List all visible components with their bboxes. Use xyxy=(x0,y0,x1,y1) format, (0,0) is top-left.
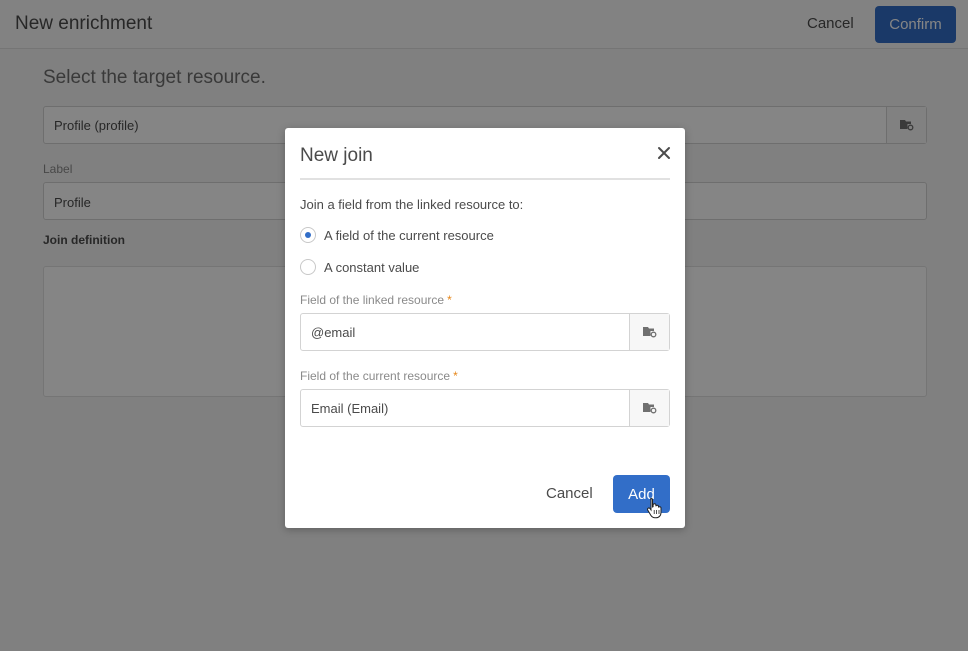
radio-constant-value[interactable]: A constant value xyxy=(300,258,419,276)
join-instruction: Join a field from the linked resource to… xyxy=(300,197,524,212)
linked-field-label: Field of the linked resource * xyxy=(300,293,452,307)
linked-field-input[interactable] xyxy=(301,314,629,350)
close-icon xyxy=(658,147,670,159)
radio-label: A field of the current resource xyxy=(324,227,494,243)
current-field-label-text: Field of the current resource xyxy=(300,369,451,383)
radio-button[interactable] xyxy=(300,259,316,275)
current-field-picker-button[interactable] xyxy=(629,390,669,426)
required-marker: * xyxy=(447,293,452,307)
dialog-title: New join xyxy=(300,145,373,166)
radio-label: A constant value xyxy=(324,259,420,275)
folder-picker-icon xyxy=(642,403,656,414)
linked-field-picker-button[interactable] xyxy=(629,314,669,350)
current-field-input[interactable] xyxy=(301,390,629,426)
linked-field-label-text: Field of the linked resource xyxy=(300,293,445,307)
radio-button-selected[interactable] xyxy=(300,227,316,243)
hand-cursor-icon xyxy=(647,497,662,519)
radio-current-resource-field[interactable]: A field of the current resource xyxy=(300,226,494,244)
dialog-cancel-button[interactable]: Cancel xyxy=(546,485,593,502)
new-join-dialog: New join Join a field from the linked re… xyxy=(285,128,685,528)
close-button[interactable] xyxy=(657,146,671,160)
folder-picker-icon xyxy=(642,327,656,338)
required-marker: * xyxy=(453,369,458,383)
current-field xyxy=(300,389,670,427)
dialog-divider xyxy=(300,178,670,180)
current-field-label: Field of the current resource * xyxy=(300,369,458,383)
linked-field xyxy=(300,313,670,351)
